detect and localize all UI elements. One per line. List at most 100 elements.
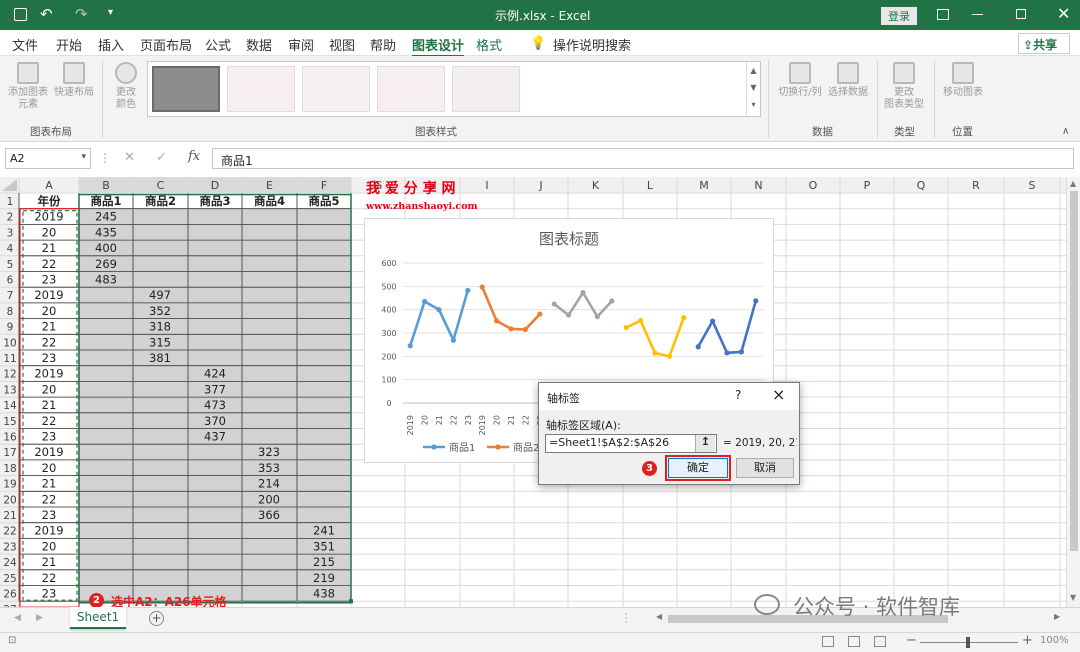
menu-formulas[interactable]: 公式	[205, 35, 231, 54]
data-point[interactable]	[522, 326, 528, 333]
data-point[interactable]	[681, 315, 687, 321]
dialog-help-button[interactable]: ?	[735, 388, 741, 402]
data-point[interactable]	[450, 337, 456, 343]
data-point[interactable]	[479, 284, 485, 290]
data-point[interactable]	[551, 301, 557, 307]
redo-icon[interactable]: ↷	[75, 5, 88, 23]
dialog-close-button[interactable]: ×	[772, 385, 785, 404]
next-sheet-icon[interactable]: ▶	[36, 613, 43, 623]
year-cell: 23	[42, 430, 57, 444]
data-point[interactable]	[724, 350, 730, 356]
cancel-entry-icon[interactable]: ✕	[124, 150, 135, 165]
share-button[interactable]: ⇪共享	[1018, 33, 1070, 54]
scroll-thumb[interactable]	[1070, 191, 1078, 551]
customize-quick-access-icon[interactable]: ▾	[108, 7, 113, 18]
data-point[interactable]	[594, 314, 600, 320]
select-data-button[interactable]: 选择数据	[824, 62, 872, 99]
range-resize-handle[interactable]	[349, 599, 353, 604]
change-chart-type-button[interactable]: 更改 图表类型	[880, 62, 928, 111]
formula-input[interactable]: 商品1	[212, 148, 1074, 169]
scroll-down-icon[interactable]: ▼	[1070, 593, 1076, 602]
tell-me-search[interactable]: 操作说明搜索	[553, 35, 631, 54]
data-point[interactable]	[623, 325, 629, 331]
chart-style-thumb[interactable]	[377, 66, 445, 112]
ribbon-display-icon[interactable]	[937, 9, 949, 20]
collapse-ribbon-icon[interactable]: ∧	[1062, 126, 1069, 137]
zoom-in-icon[interactable]: +	[1022, 633, 1033, 648]
menu-view[interactable]: 视图	[329, 35, 355, 54]
undo-icon[interactable]: ↶	[40, 5, 53, 23]
menu-insert[interactable]: 插入	[98, 35, 124, 54]
chart-style-thumb[interactable]	[302, 66, 370, 112]
data-point[interactable]	[695, 344, 701, 350]
move-chart-button[interactable]: 移动图表	[938, 62, 988, 99]
menu-home[interactable]: 开始	[56, 35, 82, 54]
scroll-up-icon[interactable]: ▲	[1070, 179, 1076, 188]
chart-style-thumb[interactable]	[452, 66, 520, 112]
data-point[interactable]	[710, 318, 716, 324]
zoom-level[interactable]: 100%	[1040, 635, 1069, 646]
normal-view-icon[interactable]	[822, 636, 834, 647]
page-break-view-icon[interactable]	[874, 636, 886, 647]
sheet-tab-sheet1[interactable]: Sheet1	[70, 607, 126, 629]
data-point[interactable]	[638, 318, 644, 324]
vertical-scrollbar[interactable]: ▲ ▼	[1066, 177, 1080, 607]
insert-function-icon[interactable]: fx	[188, 149, 200, 164]
collapse-dialog-button[interactable]: ↥	[695, 435, 715, 452]
menu-file[interactable]: 文件	[12, 35, 38, 54]
switch-row-column-button[interactable]: 切换行/列	[772, 62, 828, 99]
formula-options-icon[interactable]: ⋮	[99, 151, 111, 165]
data-point[interactable]	[508, 326, 514, 332]
quick-layout-button[interactable]: 快速布局	[52, 62, 96, 99]
minimize-icon[interactable]	[972, 14, 983, 15]
name-box[interactable]: A2 ▾	[5, 148, 91, 169]
menu-help[interactable]: 帮助	[370, 35, 396, 54]
maximize-icon[interactable]	[1016, 9, 1026, 19]
menu-page-layout[interactable]: 页面布局	[140, 35, 192, 54]
cancel-button[interactable]: 取消	[736, 458, 794, 478]
add-chart-element-button[interactable]: 添加图表 元素	[6, 62, 50, 111]
zoom-out-icon[interactable]: −	[906, 633, 917, 648]
chart-style-thumb[interactable]	[227, 66, 295, 112]
menu-format[interactable]: 格式	[476, 35, 502, 54]
change-colors-button[interactable]: 更改 颜色	[106, 62, 146, 111]
chart-style-thumb[interactable]	[152, 66, 220, 112]
data-point[interactable]	[652, 350, 658, 356]
data-point[interactable]	[494, 318, 500, 324]
scroll-right-icon[interactable]: ▶	[1054, 612, 1060, 621]
chart-style-gallery[interactable]: ▲ ▼ ▾	[147, 61, 761, 117]
legend-label: 商品1	[449, 441, 475, 454]
data-point[interactable]	[666, 353, 672, 359]
series-line[interactable]	[408, 289, 470, 347]
data-point[interactable]	[580, 290, 586, 296]
close-icon[interactable]: ✕	[1057, 4, 1070, 23]
ok-button[interactable]: 确定	[668, 458, 728, 478]
data-point[interactable]	[436, 307, 442, 313]
data-point[interactable]	[609, 298, 615, 304]
tab-options-icon[interactable]: ⋮	[620, 611, 632, 625]
series-line[interactable]	[553, 291, 613, 318]
gallery-scroll[interactable]: ▲ ▼ ▾	[746, 62, 760, 116]
zoom-slider-thumb[interactable]	[966, 637, 970, 648]
menu-review[interactable]: 审阅	[288, 35, 314, 54]
confirm-entry-icon[interactable]: ✓	[156, 150, 167, 165]
series-line[interactable]	[481, 286, 541, 331]
year-cell: 22	[42, 257, 57, 271]
data-point[interactable]	[407, 343, 413, 349]
save-icon[interactable]	[14, 8, 27, 21]
data-point[interactable]	[537, 311, 543, 317]
data-point[interactable]	[422, 298, 428, 305]
data-point[interactable]	[753, 298, 759, 304]
page-layout-view-icon[interactable]	[848, 636, 860, 647]
prev-sheet-icon[interactable]: ◀	[14, 613, 21, 623]
series-line[interactable]	[697, 300, 758, 355]
add-sheet-button[interactable]: +	[149, 611, 164, 626]
scroll-left-icon[interactable]: ◀	[656, 612, 662, 621]
data-point[interactable]	[465, 287, 471, 293]
axis-range-input[interactable]: =Sheet1!$A$2:$A$26	[545, 434, 717, 453]
data-point[interactable]	[566, 312, 572, 318]
menu-data[interactable]: 数据	[246, 35, 272, 54]
login-button[interactable]: 登录	[881, 7, 917, 25]
menu-chart-design[interactable]: 图表设计	[412, 35, 465, 58]
data-point[interactable]	[738, 349, 744, 355]
